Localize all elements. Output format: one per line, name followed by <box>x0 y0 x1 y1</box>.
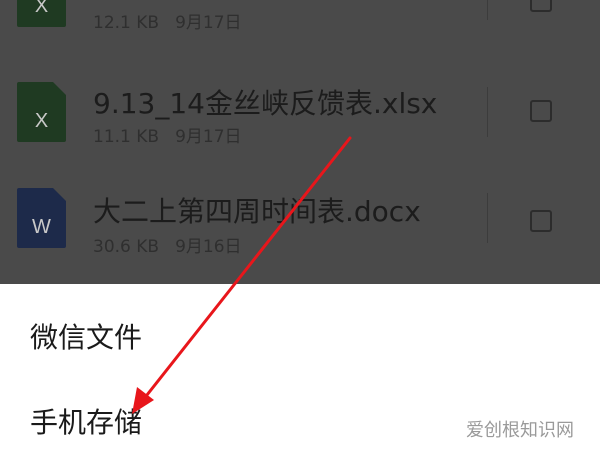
file-meta: 11.1 KB 9月17日 <box>93 122 242 147</box>
file-row[interactable]: X 12.1 KB 9月17日 <box>0 0 600 38</box>
row-divider <box>487 0 488 20</box>
file-list: X 12.1 KB 9月17日 X 9.13_14金丝峡反馈表.xlsx 11.1… <box>0 0 600 284</box>
source-picker-sheet: 微信文件 手机存储 爱创根知识网 <box>0 284 600 450</box>
row-divider <box>487 193 488 243</box>
file-name: 大二上第四周时间表.docx <box>93 195 421 228</box>
wechat-files-option[interactable]: 微信文件 <box>30 316 142 356</box>
docx-file-icon: W <box>17 188 66 248</box>
file-row[interactable]: W 大二上第四周时间表.docx 30.6 KB 9月16日 <box>0 177 600 265</box>
file-checkbox[interactable] <box>530 100 552 122</box>
xlsx-file-icon: X <box>17 82 66 142</box>
file-meta: 12.1 KB 9月17日 <box>93 8 242 33</box>
file-row[interactable]: X 9.13_14金丝峡反馈表.xlsx 11.1 KB 9月17日 <box>0 67 600 155</box>
row-divider <box>487 87 488 137</box>
xlsx-file-icon: X <box>17 0 66 27</box>
file-meta: 30.6 KB 9月16日 <box>93 232 242 257</box>
file-size: 12.1 KB <box>93 13 160 33</box>
file-checkbox[interactable] <box>530 210 552 232</box>
file-date: 9月17日 <box>175 127 242 147</box>
file-checkbox[interactable] <box>530 0 552 12</box>
file-date: 9月16日 <box>175 237 242 257</box>
file-size: 11.1 KB <box>93 127 160 147</box>
watermark: 爱创根知识网 <box>466 420 574 441</box>
file-name: 9.13_14金丝峡反馈表.xlsx <box>93 87 438 120</box>
file-size: 30.6 KB <box>93 237 160 257</box>
phone-storage-option[interactable]: 手机存储 <box>30 401 142 441</box>
file-date: 9月17日 <box>175 13 242 33</box>
